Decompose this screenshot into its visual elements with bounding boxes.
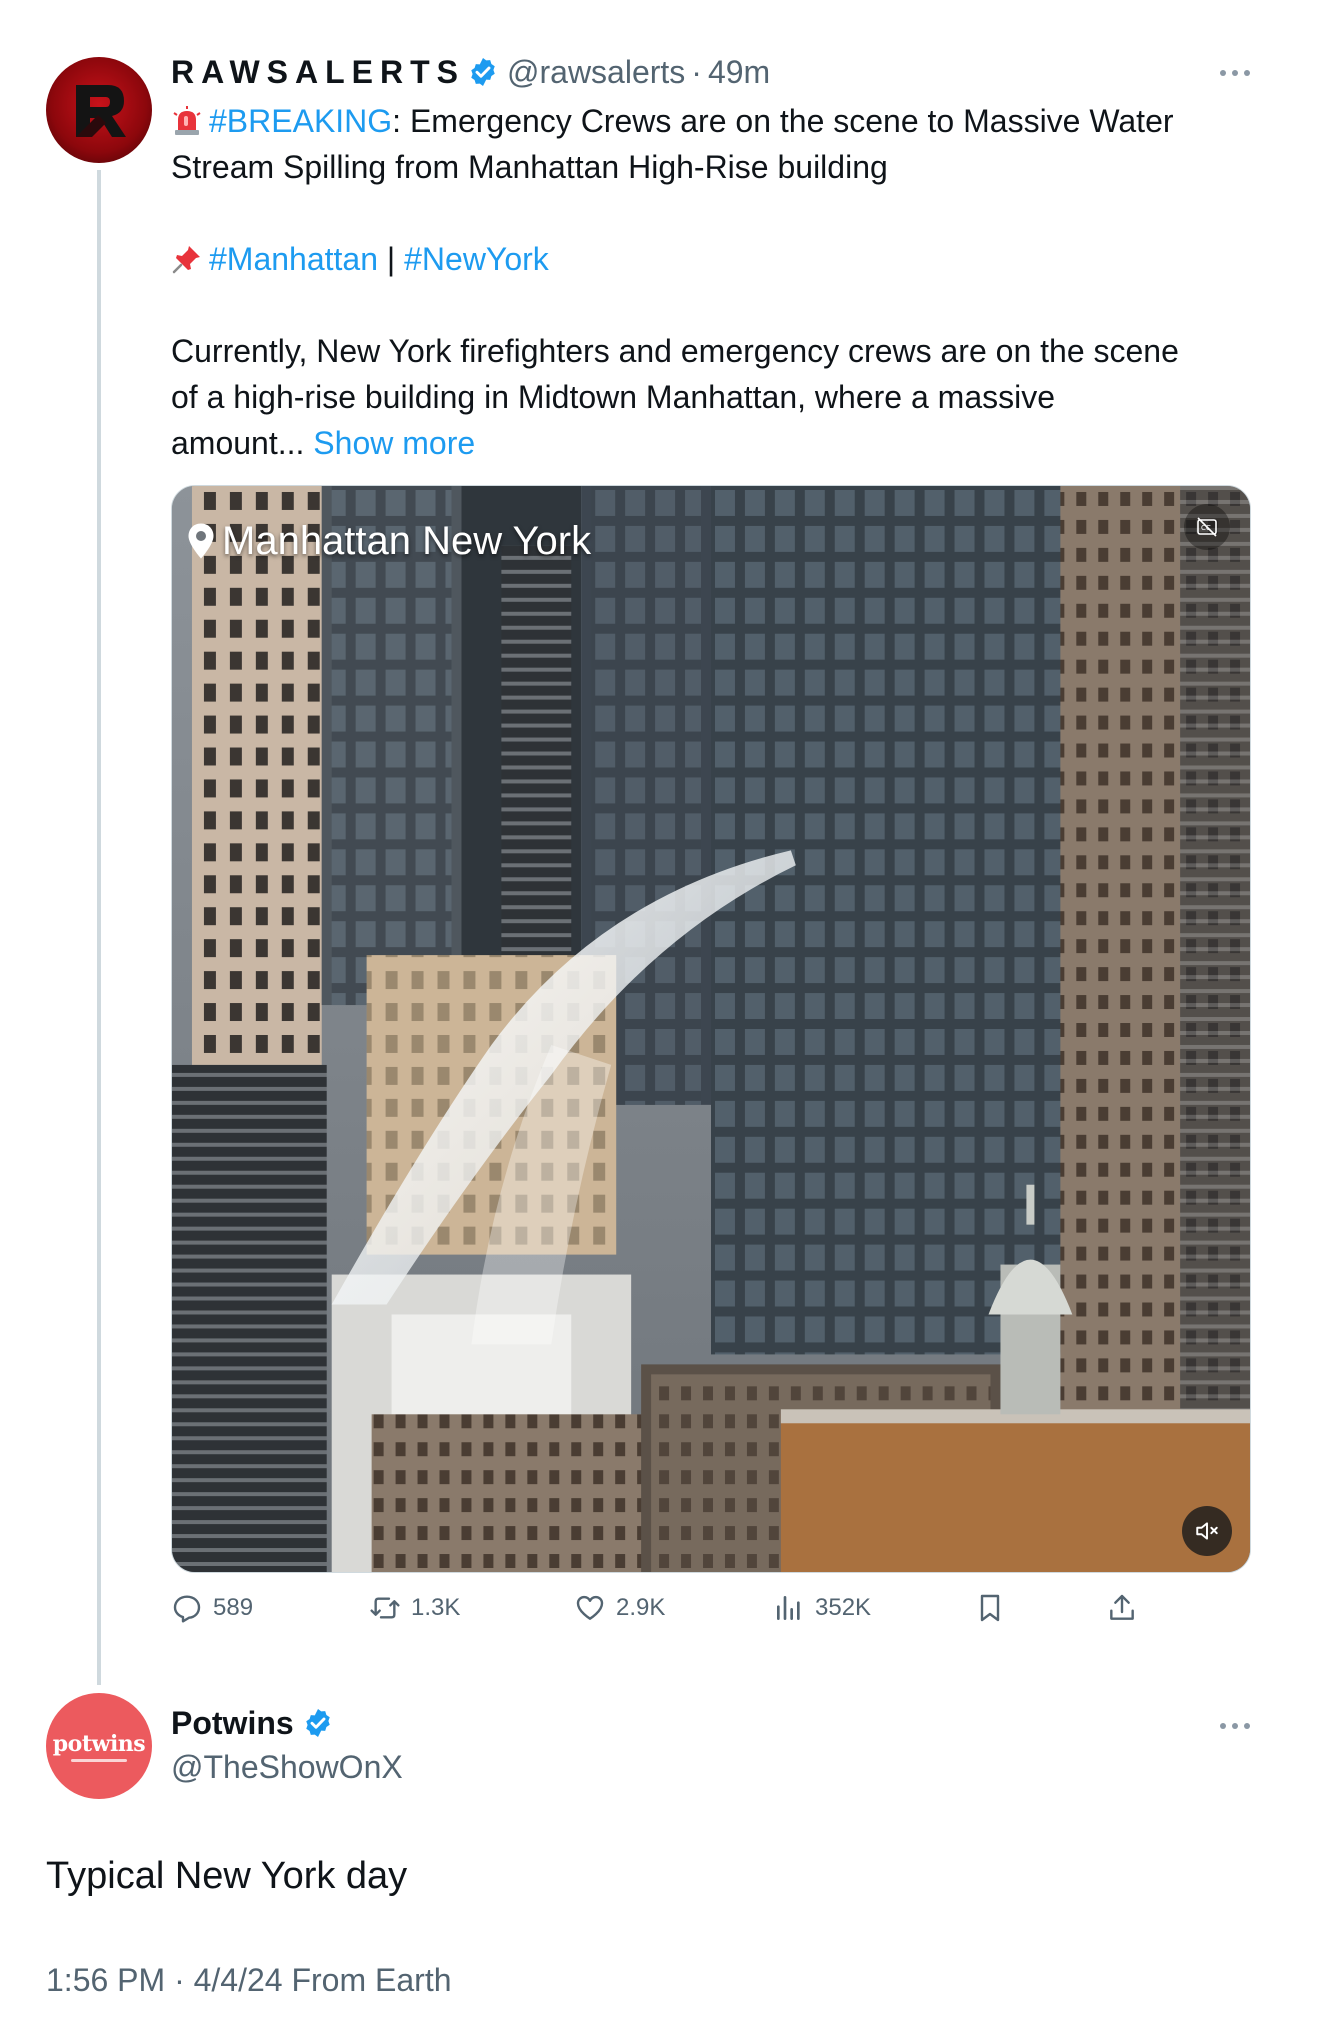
more-options-icon[interactable] <box>1220 1722 1250 1730</box>
bookmark-icon <box>980 1594 1000 1622</box>
potwins-avatar[interactable]: potwins <box>46 1693 152 1799</box>
tweet-header: RAWSALERTS @rawsalerts · 49m <box>171 50 770 94</box>
paragraph-line-3: amount... <box>171 425 314 461</box>
reply-count: 589 <box>213 1594 254 1621</box>
location-overlay: Manhattan New York <box>186 516 591 566</box>
tweet-header: Potwins @TheShowOnX <box>171 1701 403 1789</box>
view-count: 352K <box>815 1594 872 1621</box>
reply-icon <box>173 1595 201 1623</box>
heart-icon <box>576 1595 604 1620</box>
rotating-light-emoji <box>173 106 201 135</box>
hashtag-separator: | <box>378 241 405 277</box>
bookmark-button[interactable] <box>974 1586 1016 1630</box>
show-more-link[interactable]: Show more <box>313 425 475 461</box>
headline-text: : Emergency Crews are on the scene to Ma… <box>392 103 1174 139</box>
share-button[interactable] <box>1106 1586 1148 1630</box>
tweet-text: #BREAKING: Emergency Crews are on the sc… <box>171 98 1261 466</box>
repost-button[interactable]: 1.3K <box>369 1586 460 1630</box>
hashtag-newyork[interactable]: #NewYork <box>404 241 549 277</box>
tweet-text: Typical New York day <box>46 1855 408 1897</box>
video-frame <box>172 486 1250 1572</box>
video-player[interactable]: Manhattan New York CC <box>171 485 1251 1573</box>
rawsalerts-logo-icon <box>76 85 126 137</box>
separator-dot: · <box>691 53 702 90</box>
location-text: Manhattan New York <box>222 518 592 563</box>
share-icon <box>1110 1594 1134 1620</box>
analytics-icon <box>777 1596 800 1620</box>
like-button[interactable]: 2.9K <box>574 1586 665 1630</box>
more-options-icon[interactable] <box>1220 69 1250 77</box>
like-count: 2.9K <box>616 1594 666 1621</box>
hashtag-breaking[interactable]: #BREAKING <box>209 103 392 139</box>
captions-off-icon[interactable]: CC <box>1184 504 1230 550</box>
pushpin-emoji <box>172 246 200 274</box>
handle[interactable]: @TheShowOnX <box>171 1745 403 1789</box>
paragraph-line-2: of a high-rise building in Midtown Manha… <box>171 379 1056 415</box>
paragraph-line-1: Currently, New York firefighters and eme… <box>171 333 1179 369</box>
map-pin-icon <box>188 523 214 559</box>
display-name[interactable]: Potwins <box>171 1705 294 1742</box>
thread-connector-line <box>97 170 101 1685</box>
rawsalerts-avatar[interactable] <box>46 57 152 163</box>
verified-badge-icon <box>305 1709 330 1737</box>
repost-count: 1.3K <box>411 1594 461 1621</box>
handle[interactable]: @rawsalerts <box>507 54 685 91</box>
timestamp[interactable]: 49m <box>708 54 770 91</box>
tweet-action-bar: 589 1.3K 2.9K 352K <box>171 1586 1171 1630</box>
reply-button[interactable]: 589 <box>171 1586 253 1630</box>
headline-text-cont: Stream Spilling from Manhattan High-Rise… <box>171 149 888 185</box>
logo-tagline-mark <box>71 1758 127 1762</box>
repost-icon <box>370 1597 400 1619</box>
hashtag-manhattan[interactable]: #Manhattan <box>209 241 378 277</box>
display-name[interactable]: RAWSALERTS <box>171 54 465 91</box>
views-button[interactable]: 352K <box>773 1586 871 1630</box>
tweet-timestamp-source[interactable]: 1:56 PM · 4/4/24 From Earth <box>46 1962 452 1999</box>
muted-speaker-icon[interactable] <box>1182 1506 1232 1556</box>
verified-badge-icon <box>471 58 495 86</box>
potwins-logo-text: potwins <box>52 1730 146 1757</box>
